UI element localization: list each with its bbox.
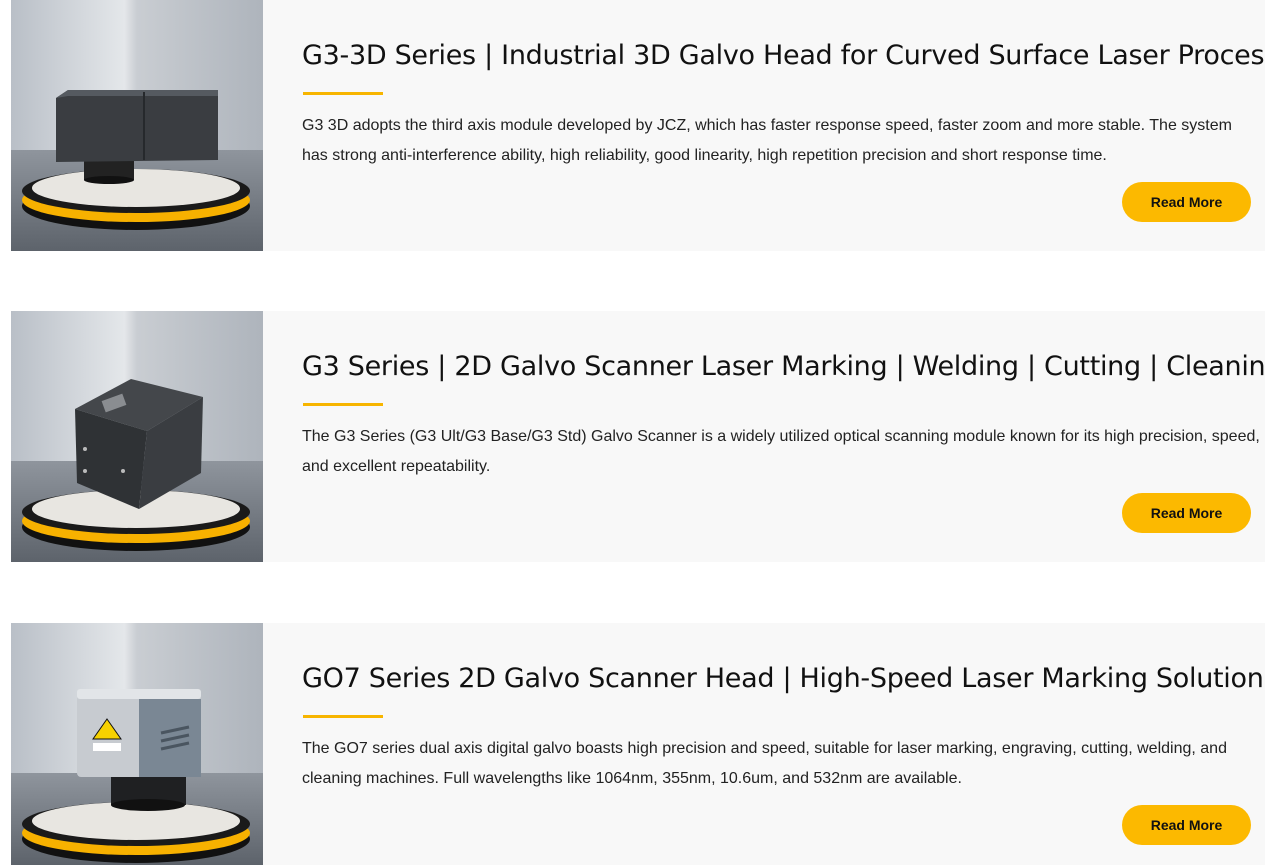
read-more-button[interactable]: Read More (1122, 182, 1251, 222)
title-underline (303, 715, 383, 718)
product-title[interactable]: GO7 Series 2D Galvo Scanner Head | High-… (302, 663, 1264, 694)
product-description: The G3 Series (G3 Ult/G3 Base/G3 Std) Ga… (302, 428, 1260, 475)
product-image[interactable] (11, 311, 263, 562)
product-title[interactable]: G3 Series | 2D Galvo Scanner Laser Marki… (302, 351, 1265, 382)
read-more-button[interactable]: Read More (1122, 805, 1251, 845)
product-card: G3-3D Series | Industrial 3D Galvo Head … (11, 0, 1265, 251)
product-description: The GO7 series dual axis digital galvo b… (302, 740, 1227, 787)
product-description: G3 3D adopts the third axis module devel… (302, 117, 1232, 164)
title-underline (303, 92, 383, 95)
product-card: GO7 Series 2D Galvo Scanner Head | High-… (11, 623, 1265, 865)
title-underline (303, 403, 383, 406)
product-card: G3 Series | 2D Galvo Scanner Laser Marki… (11, 311, 1265, 562)
read-more-button[interactable]: Read More (1122, 493, 1251, 533)
product-image[interactable] (11, 0, 263, 251)
product-title[interactable]: G3-3D Series | Industrial 3D Galvo Head … (302, 40, 1265, 71)
product-image[interactable] (11, 623, 263, 865)
